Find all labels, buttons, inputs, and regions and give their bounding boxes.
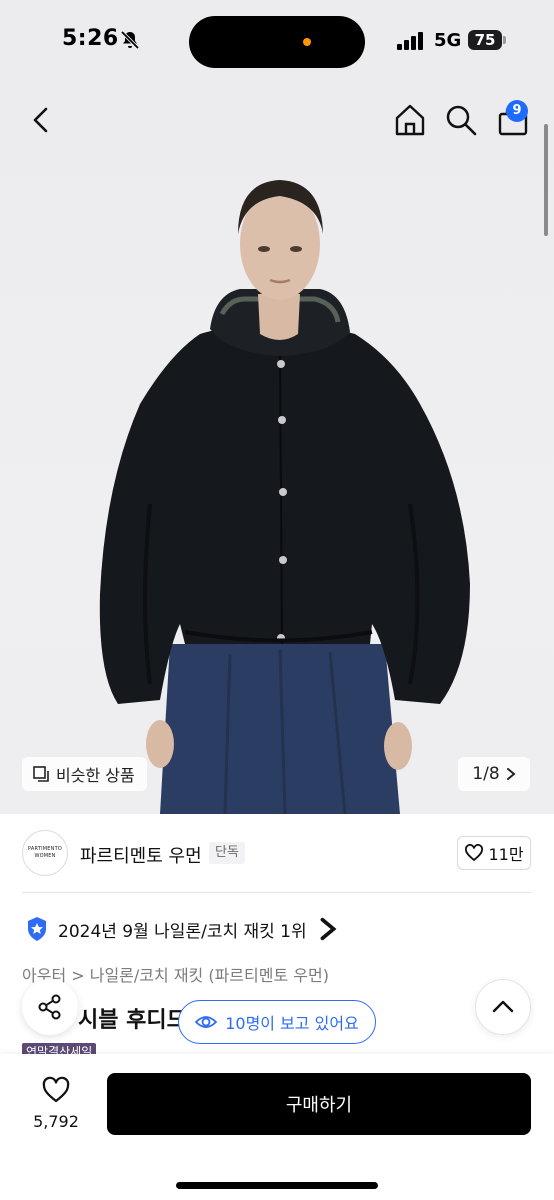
similar-products-button[interactable]: 비슷한 상품 [22, 757, 147, 791]
network-label: 5G [434, 30, 462, 51]
bottom-action-bar: 5,792 구매하기 [0, 1054, 554, 1200]
product-photo [99, 180, 471, 814]
star-badge-icon [28, 917, 46, 941]
product-title-text: 시블 후디드 [78, 1008, 187, 1033]
brand-logo[interactable]: PARTIMENTO WOMEN [22, 830, 68, 876]
copy-icon [33, 766, 49, 782]
similar-products-label: 비슷한 상품 [56, 766, 135, 785]
search-icon[interactable] [444, 102, 478, 138]
heart-icon [465, 844, 484, 861]
back-icon[interactable] [24, 102, 58, 138]
image-pager[interactable]: 1/8 [458, 757, 530, 791]
wishlist-count: 5,792 [33, 1112, 79, 1131]
heart-icon [42, 1076, 70, 1103]
battery-icon: 75 [468, 30, 502, 50]
privacy-dot [303, 38, 311, 46]
viewers-indicator: 10명이 보고 있어요 [178, 1000, 376, 1044]
signal-icon [397, 32, 423, 50]
chevron-right-icon [320, 917, 337, 941]
viewers-text: 10명이 보고 있어요 [225, 1014, 359, 1033]
battery-cap [503, 36, 506, 44]
share-icon [38, 994, 61, 1020]
brand-like-button[interactable]: 11만 [457, 836, 531, 870]
product-image-carousel[interactable]: 9 비슷한 상품 1/8 [0, 84, 554, 814]
chevron-up-icon [492, 1000, 514, 1013]
home-indicator [176, 1182, 378, 1189]
bell-off-icon [120, 30, 140, 50]
page-indicator: 1/8 [472, 764, 500, 784]
divider [22, 892, 532, 893]
ranking-text: 2024년 9월 나일론/코치 재킷 1위 [58, 921, 307, 942]
home-icon[interactable] [392, 102, 428, 138]
eye-icon [195, 1016, 218, 1028]
scroll-indicator[interactable] [544, 124, 548, 236]
cart-count-badge: 9 [506, 100, 528, 122]
brand-like-count: 11만 [488, 845, 524, 864]
brand-name[interactable]: 파르티멘토 우먼 [80, 842, 202, 868]
breadcrumb[interactable]: 아우터 > 나일론/코치 재킷 (파르티멘토 우먼) [22, 962, 329, 986]
status-bar: 5:26 5G 75 [0, 0, 554, 84]
brand-row[interactable]: PARTIMENTO WOMEN 파르티멘토 우먼 단독 11만 [0, 826, 554, 884]
dynamic-island [189, 16, 365, 68]
share-button[interactable] [22, 979, 78, 1035]
ranking-link[interactable]: 2024년 9월 나일론/코치 재킷 1위 [26, 916, 339, 942]
wishlist-button[interactable]: 5,792 [28, 1076, 84, 1131]
exclusive-badge: 단독 [209, 842, 245, 864]
buy-button[interactable]: 구매하기 [107, 1073, 531, 1135]
scroll-top-button[interactable] [475, 979, 531, 1035]
status-time: 5:26 [62, 26, 119, 51]
chevron-right-icon [506, 768, 516, 780]
